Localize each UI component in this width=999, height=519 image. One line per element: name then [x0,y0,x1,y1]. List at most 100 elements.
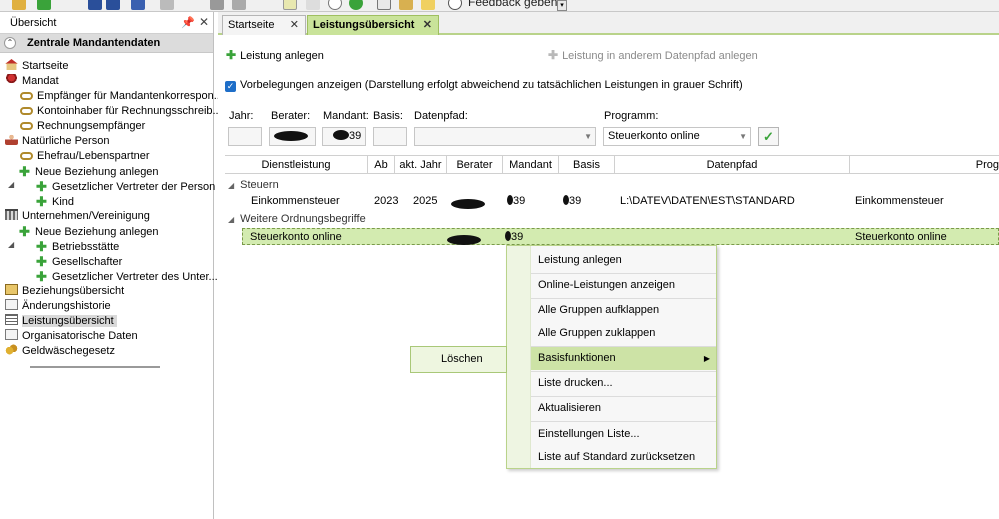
column-header[interactable]: Mandant [503,156,559,174]
nav-item-betriebsstaette[interactable]: ✚ Betriebsstätte [35,239,119,254]
horizontal-scrollbar[interactable] [30,366,160,368]
feedback-label[interactable]: Feedback geben [468,0,557,9]
coins-icon [5,344,18,355]
show-defaults-checkbox[interactable]: ✓ Vorbelegungen anzeigen (Darstellung erf… [225,79,743,92]
nav-item-beziehungsuebersicht[interactable]: Beziehungsübersicht [5,284,124,299]
nav-item-natuerliche-person[interactable]: Natürliche Person [5,134,109,149]
menu-item-basisfunktionen[interactable]: Basisfunktionen ▶ [531,347,716,370]
group-header[interactable]: ⌃ Zentrale Mandantendaten [0,34,213,53]
collapse-arrow-icon[interactable]: ◢ [8,240,17,249]
toolbar-dropdown-icon[interactable]: ▾ [557,0,567,11]
close-icon[interactable]: ✕ [199,15,209,29]
search-icon[interactable] [306,0,320,10]
redacted-mark [451,197,485,214]
nav-item-neue-beziehung-unternehmen[interactable]: ✚ Neue Beziehung anlegen [18,224,159,239]
cut-icon[interactable] [210,0,224,10]
column-header[interactable]: Berater [447,156,503,174]
plus-icon: ✚ [226,48,237,62]
basis-field[interactable] [373,127,407,146]
group-row[interactable]: ◢ Steuern [225,178,279,193]
folder-icon[interactable] [12,0,26,10]
help-icon[interactable] [349,0,363,10]
nav-item-rechnungsempfaenger[interactable]: Rechnungsempfänger [20,119,145,134]
plus-icon: ✚ [548,48,559,62]
nav-item-startseite[interactable]: Startseite [5,59,68,74]
chevron-up-icon[interactable]: ⌃ [4,37,16,49]
column-header[interactable]: Ab [368,156,395,174]
nav-item-gesetzlicher-vertreter-person[interactable]: ✚ Gesetzlicher Vertreter der Person [35,179,215,194]
submenu-loeschen[interactable]: Löschen [410,346,507,373]
link-icon[interactable] [399,0,413,10]
nav-item-kind[interactable]: ✚ Kind [35,194,74,209]
person-icon [5,134,18,145]
nav-item-unternehmen[interactable]: Unternehmen/Vereinigung [5,209,150,224]
nav-item-organisatorische-daten[interactable]: Organisatorische Daten [5,329,138,344]
book-icon [5,284,18,295]
print-icon[interactable] [131,0,145,10]
jahr-field[interactable] [228,127,262,146]
programm-select[interactable]: Steuerkonto online ▼ [603,127,751,146]
nav-item-aenderungshistorie[interactable]: Änderungshistorie [5,299,111,314]
menu-item-aktualisieren[interactable]: Aktualisieren [531,397,716,420]
navigation-pane-title: Übersicht [10,17,57,29]
calculator-icon[interactable] [377,0,391,10]
menu-item-online-leistungen[interactable]: Online-Leistungen anzeigen [531,274,716,297]
menu-item-alle-aufklappen[interactable]: Alle Gruppen aufklappen [531,299,716,322]
arrow-up-icon[interactable] [37,0,51,10]
add-service-other-path-button[interactable]: ✚ Leistung in anderem Datenpfad anlegen [548,48,758,62]
save-icon[interactable] [88,0,102,10]
circle-icon[interactable] [328,0,342,10]
save-all-icon[interactable] [106,0,120,10]
chevron-down-icon[interactable]: ▼ [584,128,592,145]
pin-icon[interactable]: 📌 [181,16,195,29]
tab-leistungsuebersicht[interactable]: Leistungsübersicht ✕ [307,15,439,35]
menu-item-alle-zuklappen[interactable]: Alle Gruppen zuklappen [531,322,716,345]
table-row-selected[interactable]: Steuerkonto online 39 Steuerkonto online [242,228,999,245]
datenpfad-field[interactable]: ▼ [414,127,596,146]
menu-item-liste-zuruecksetzen[interactable]: Liste auf Standard zurücksetzen [531,446,716,469]
column-header[interactable]: akt. Jahr [395,156,447,174]
mandant-field[interactable]: 39 [322,127,366,146]
menu-item-liste-drucken[interactable]: Liste drucken... [531,372,716,395]
collapse-arrow-icon[interactable]: ◢ [8,180,17,189]
label-mandant: Mandant: [323,110,369,122]
label-datenpfad: Datenpfad: [414,110,468,122]
collapse-arrow-icon[interactable]: ◢ [228,215,234,224]
column-header[interactable]: Basis [559,156,615,174]
table-row[interactable]: Einkommensteuer 2023 2025 39 39 L:\DATEV… [225,193,999,210]
berater-field[interactable] [269,127,316,146]
redacted-mark [333,130,349,140]
nav-item-kontoinhaber[interactable]: Kontoinhaber für Rechnungsschreib... [20,104,222,119]
plus-icon: ✚ [36,254,47,269]
note-icon[interactable] [421,0,435,10]
info-icon[interactable] [283,0,297,10]
nav-item-geldwaeschegesetz[interactable]: Geldwäschegesetz [5,344,115,359]
nav-item-gesellschafter[interactable]: ✚ Gesellschafter [35,254,122,269]
checkmark-icon[interactable]: ✓ [225,81,236,92]
undo-icon[interactable] [160,0,174,10]
column-header[interactable]: Dienstleistung [225,156,368,174]
label-berater: Berater: [271,110,311,122]
nav-item-neue-beziehung-person[interactable]: ✚ Neue Beziehung anlegen [18,164,159,179]
add-service-button[interactable]: ✚ Leistung anlegen [226,48,324,62]
feedback-icon[interactable] [448,0,462,10]
column-header[interactable]: Prog [850,156,999,174]
group-row[interactable]: ◢ Weitere Ordnungsbegriffe [225,212,366,227]
nav-item-mandat[interactable]: Mandat [5,74,59,89]
chevron-down-icon[interactable]: ▼ [739,128,747,145]
copy-icon[interactable] [232,0,246,10]
list-icon [5,314,18,325]
close-icon[interactable]: ✕ [423,16,432,34]
nav-item-empfaenger[interactable]: Empfänger für Mandantenkorrespon... [20,89,223,104]
nav-item-ehefrau[interactable]: Ehefrau/Lebenspartner [20,149,150,164]
menu-item-leistung-anlegen[interactable]: Leistung anlegen [531,249,716,272]
close-icon[interactable]: ✕ [290,16,299,34]
link-icon [20,92,33,100]
column-header[interactable]: Datenpfad [615,156,850,174]
apply-filter-button[interactable]: ✓ [758,127,779,146]
collapse-arrow-icon[interactable]: ◢ [228,181,234,190]
tab-startseite[interactable]: Startseite ✕ [222,15,306,35]
menu-item-einstellungen-liste[interactable]: Einstellungen Liste... [531,423,716,446]
nav-item-leistungsuebersicht[interactable]: Leistungsübersicht [5,314,117,329]
nav-item-gesetzlicher-vertreter-unternehmen[interactable]: ✚ Gesetzlicher Vertreter des Unter... [35,269,218,284]
